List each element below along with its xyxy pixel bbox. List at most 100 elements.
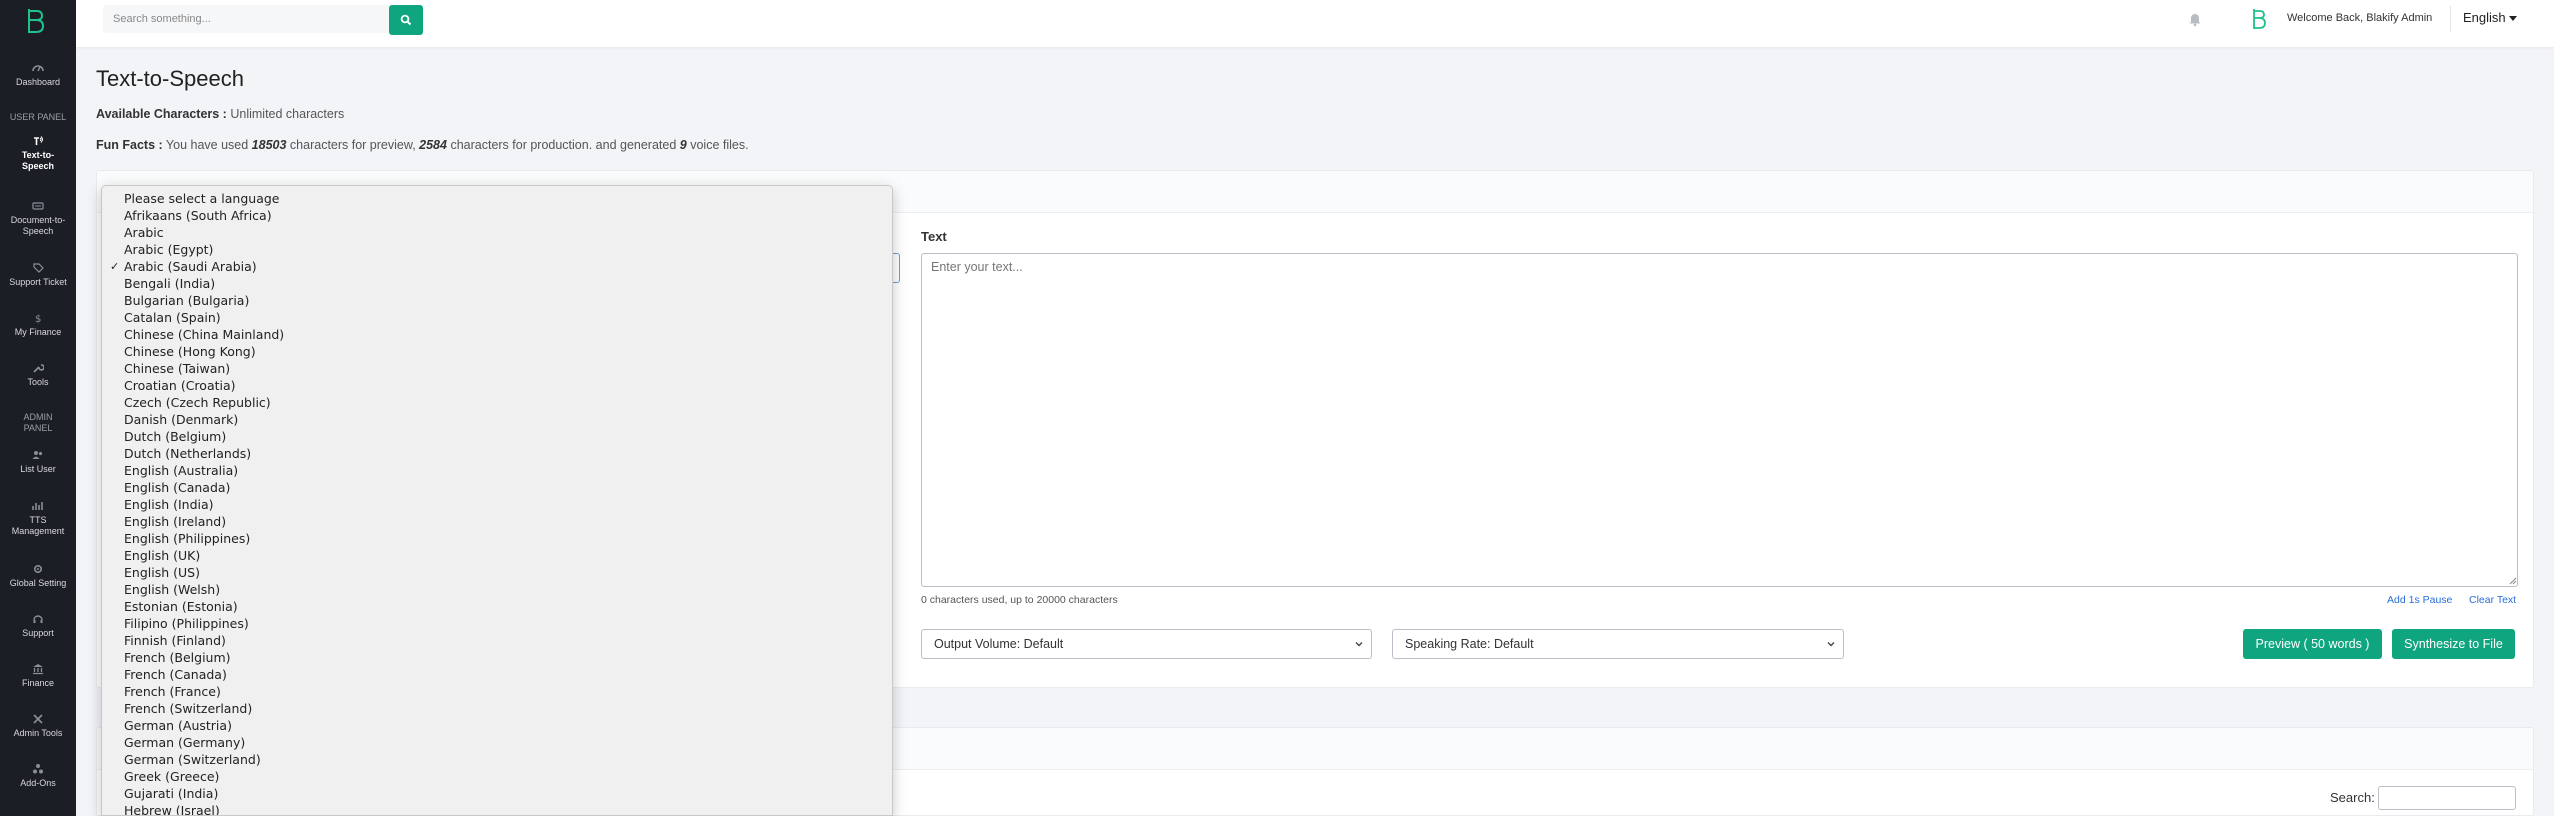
language-option[interactable]: Arabic (Egypt) (102, 241, 892, 258)
language-option[interactable]: English (Australia) (102, 462, 892, 479)
language-option[interactable]: Finnish (Finland) (102, 632, 892, 649)
language-option[interactable]: Filipino (Philippines) (102, 615, 892, 632)
sidebar-item-support[interactable]: Support (0, 613, 76, 639)
language-option-label: Greek (Greece) (124, 769, 220, 784)
language-option[interactable]: Chinese (Taiwan) (102, 360, 892, 377)
dashboard-icon (32, 65, 44, 72)
sidebar-item-label: Add-Ons (20, 778, 56, 788)
available-characters: Available Characters : Unlimited charact… (96, 107, 344, 121)
sidebar-item-label-line2: Speech (22, 226, 54, 236)
fun-text-4: voice files. (690, 138, 749, 152)
add-pause-link[interactable]: Add 1s Pause (2387, 594, 2452, 606)
sidebar-item-tools[interactable]: Tools (0, 362, 76, 388)
language-option[interactable]: Danish (Denmark) (102, 411, 892, 428)
language-option[interactable]: English (Philippines) (102, 530, 892, 547)
language-option-label: English (Philippines) (124, 531, 251, 546)
language-option[interactable]: Catalan (Spain) (102, 309, 892, 326)
language-option-label: Afrikaans (South Africa) (124, 208, 272, 223)
language-option[interactable]: English (Ireland) (102, 513, 892, 530)
text-label: Text (921, 229, 947, 244)
table-search-input[interactable] (2378, 786, 2516, 810)
language-option[interactable]: Arabic (102, 224, 892, 241)
synthesize-button[interactable]: Synthesize to File (2392, 629, 2515, 659)
language-option[interactable]: French (Belgium) (102, 649, 892, 666)
language-option[interactable]: Hebrew (Israel) (102, 802, 892, 816)
language-option[interactable]: French (Switzerland) (102, 700, 892, 717)
language-option[interactable]: Gujarati (India) (102, 785, 892, 802)
language-option[interactable]: French (France) (102, 683, 892, 700)
language-label: English (2463, 10, 2506, 25)
ticket-icon (33, 263, 44, 273)
resize-handle-icon[interactable] (2508, 576, 2517, 585)
search-button[interactable] (389, 5, 423, 35)
language-option-label: French (Canada) (124, 667, 227, 682)
language-option[interactable]: Bulgarian (Bulgaria) (102, 292, 892, 309)
language-option[interactable]: German (Switzerland) (102, 751, 892, 768)
sidebar-item-label-line2: Speech (21, 161, 54, 171)
sidebar-item-list-user[interactable]: List User (0, 449, 76, 475)
fun-text-1: You have used (165, 138, 249, 152)
language-option[interactable]: Greek (Greece) (102, 768, 892, 785)
language-option[interactable]: English (Canada) (102, 479, 892, 496)
sidebar-item-add-ons[interactable]: Add-Ons (0, 763, 76, 789)
sidebar-item-finance[interactable]: Finance (0, 663, 76, 689)
language-option-label: English (UK) (124, 548, 201, 563)
language-dropdown-list[interactable]: Please select a language Afrikaans (South… (101, 185, 893, 816)
page-title: Text-to-Speech (96, 66, 244, 91)
preview-count: 18503 (251, 138, 287, 152)
preview-button[interactable]: Preview ( 50 words ) (2243, 629, 2382, 659)
bell-icon[interactable] (2188, 11, 2202, 27)
language-option[interactable]: French (Canada) (102, 666, 892, 683)
language-option[interactable]: Bengali (India) (102, 275, 892, 292)
language-option[interactable]: English (India) (102, 496, 892, 513)
language-option[interactable]: German (Germany) (102, 734, 892, 751)
language-option-label: German (Germany) (124, 735, 246, 750)
wrench-icon (33, 364, 44, 373)
language-option[interactable]: Estonian (Estonia) (102, 598, 892, 615)
language-option[interactable]: Czech (Czech Republic) (102, 394, 892, 411)
topbar-divider (2450, 6, 2451, 32)
support-icon (33, 615, 43, 623)
sidebar-item-text-to-speech[interactable]: Text-to- Speech (0, 135, 76, 172)
chevron-down-icon (1355, 642, 1363, 647)
language-option-label: Bengali (India) (124, 276, 216, 291)
output-volume-select[interactable]: Output Volume: Default (921, 629, 1372, 659)
sidebar-item-tts-management[interactable]: TTS Management (0, 500, 76, 537)
language-dropdown-button[interactable]: English (2463, 10, 2517, 25)
language-option-label: French (France) (124, 684, 221, 699)
sidebar-item-dashboard[interactable]: Dashboard (0, 62, 76, 88)
language-option[interactable]: Croatian (Croatia) (102, 377, 892, 394)
language-option-label: Hebrew (Israel) (124, 803, 220, 816)
search-input[interactable] (103, 5, 389, 33)
clear-text-link[interactable]: Clear Text (2469, 594, 2516, 606)
app-logo[interactable] (24, 6, 46, 36)
language-option[interactable]: English (US) (102, 564, 892, 581)
language-option-label: Dutch (Netherlands) (124, 446, 252, 461)
sidebar-item-document-to-speech[interactable]: Document-to- Speech (0, 200, 76, 237)
sidebar-item-support-ticket[interactable]: Support Ticket (0, 262, 76, 288)
sidebar-item-admin-tools[interactable]: Admin Tools (0, 713, 76, 739)
character-count: 0 characters used, up to 20000 character… (921, 594, 1118, 606)
sidebar-item-label: Tools (27, 377, 49, 387)
language-option[interactable]: English (Welsh) (102, 581, 892, 598)
language-option[interactable]: Chinese (China Mainland) (102, 326, 892, 343)
language-option-label: English (Canada) (124, 480, 231, 495)
speaking-rate-value: Speaking Rate: Default (1405, 637, 1534, 651)
language-option[interactable]: Chinese (Hong Kong) (102, 343, 892, 360)
gear-icon (33, 564, 43, 574)
text-input[interactable] (921, 253, 2518, 587)
sidebar-item-my-finance[interactable]: $ My Finance (0, 312, 76, 338)
sidebar-item-global-setting[interactable]: Global Setting (0, 563, 76, 589)
language-option[interactable]: English (UK) (102, 547, 892, 564)
language-option[interactable]: ✓ Arabic (Saudi Arabia) (102, 258, 892, 275)
speaking-rate-select[interactable]: Speaking Rate: Default (1392, 629, 1844, 659)
language-option[interactable]: Please select a language (102, 190, 892, 207)
brand-logo (2253, 9, 2266, 29)
language-option-label: Danish (Denmark) (124, 412, 239, 427)
language-option[interactable]: Afrikaans (South Africa) (102, 207, 892, 224)
language-option[interactable]: Dutch (Netherlands) (102, 445, 892, 462)
available-value: Unlimited characters (230, 107, 345, 121)
sidebar-item-label: Document-to- (10, 215, 66, 225)
language-option[interactable]: Dutch (Belgium) (102, 428, 892, 445)
language-option[interactable]: German (Austria) (102, 717, 892, 734)
